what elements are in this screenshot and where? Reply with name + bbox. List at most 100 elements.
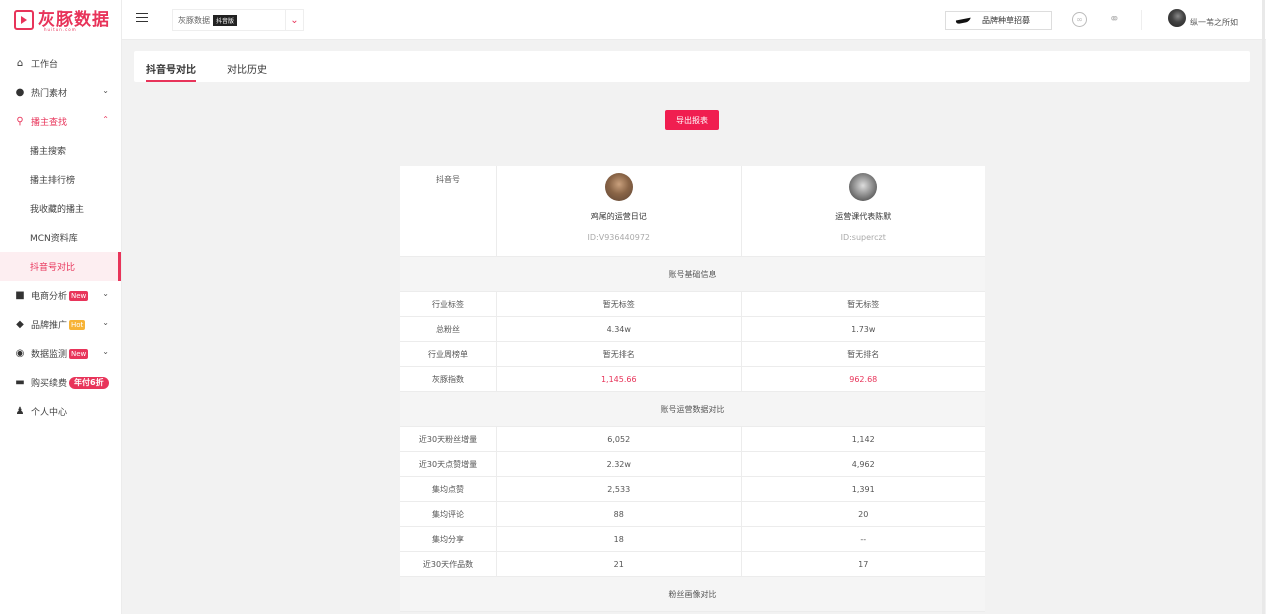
row-value-1: 21: [497, 552, 742, 576]
comparison-table: 抖音号 鸡尾的运营日记 ID:V936440972 运营课代表陈默 ID:sup…: [400, 166, 985, 612]
tabs-bar: 抖音号对比 对比历史: [134, 51, 1250, 82]
link-icon[interactable]: ∞: [1072, 12, 1087, 27]
row-value-1: 1,145.66: [497, 367, 742, 391]
row-value-1: 暂无标签: [497, 292, 742, 316]
table-row: 行业周榜单 暂无排名 暂无排名: [400, 342, 985, 367]
sidebar-item-brand-promotion[interactable]: ◆ 品牌推广 Hot ⌄: [0, 310, 121, 339]
platform-name: 灰豚数据: [178, 15, 210, 25]
sidebar-item-personal-center[interactable]: ♟ 个人中心: [0, 397, 121, 426]
account-name[interactable]: 运营课代表陈默: [835, 211, 891, 222]
row-value-2: 20: [858, 509, 869, 519]
table-row: 灰豚指数 1,145.66 962.68: [400, 367, 985, 392]
top-header: 灰豚数据 抖音版 ⌄ 品牌种草招募 ∞ ⚭ 纵一苇之所如: [122, 0, 1266, 40]
sidebar-item-hot-materials[interactable]: ● 热门素材 ⌄: [0, 78, 121, 107]
fire-icon: ●: [15, 87, 25, 98]
logo-subtext: huitun.com: [44, 27, 77, 32]
sidebar-subitem-mcn-library[interactable]: MCN资料库: [0, 223, 121, 252]
section-fans-profile: 粉丝画像对比: [400, 577, 985, 612]
table-row: 近30天作品数 21 17: [400, 552, 985, 577]
account-name[interactable]: 鸡尾的运营日记: [591, 211, 647, 222]
row-value-2: 4,962: [851, 459, 875, 469]
new-badge: New: [69, 348, 89, 359]
platform-tag: 抖音版: [213, 14, 238, 26]
search-icon: ⚲: [16, 116, 24, 127]
discount-badge: 年付6折: [69, 376, 109, 389]
headset-icon[interactable]: ⚭: [1107, 12, 1122, 27]
menu-toggle-icon[interactable]: [136, 13, 148, 25]
sidebar-item-streamer-search[interactable]: ⚲ 播主查找 ⌃: [0, 107, 121, 136]
logo-icon: [14, 10, 34, 30]
sidebar-item-label: 数据监测: [31, 350, 68, 360]
header-divider: [1141, 10, 1142, 30]
row-value-1: 18: [497, 527, 742, 551]
sidebar-item-label: 工作台: [31, 60, 59, 70]
row-label: 近30天作品数: [400, 552, 497, 576]
table-row: 集均评论 88 20: [400, 502, 985, 527]
sidebar-subitem-streamer-ranking[interactable]: 播主排行榜: [0, 165, 121, 194]
sidebar-item-label: 品牌推广: [31, 321, 68, 331]
row-label: 行业标签: [400, 292, 497, 316]
account-id: ID:superczt: [840, 233, 886, 242]
head-label: 抖音号: [400, 166, 497, 256]
brand-recruit-label: 品牌种草招募: [982, 16, 1030, 25]
monitor-icon: ◉: [15, 348, 25, 359]
chevron-up-icon: ⌃: [102, 115, 109, 124]
sidebar: 灰豚数据 huitun.com ⌂ 工作台 ● 热门素材 ⌄ ⚲ 播主查找 ⌃ …: [0, 0, 122, 614]
sidebar-subitem-favorites[interactable]: 我收藏的播主: [0, 194, 121, 223]
username[interactable]: 纵一苇之所如: [1190, 17, 1238, 28]
sidebar-item-ecommerce[interactable]: ■ 电商分析 New ⌄: [0, 281, 121, 310]
row-value-2: 暂无标签: [847, 299, 880, 309]
brand-recruit-button[interactable]: 品牌种草招募: [945, 11, 1052, 30]
row-value-1: 6,052: [497, 427, 742, 451]
chevron-down-icon: ⌄: [102, 86, 109, 95]
table-row: 行业标签 暂无标签 暂无标签: [400, 292, 985, 317]
account-id: ID:V936440972: [587, 233, 651, 242]
table-row: 总粉丝 4.34w 1.73w: [400, 317, 985, 342]
row-label: 集均评论: [400, 502, 497, 526]
table-row: 近30天点赞增量 2.32w 4,962: [400, 452, 985, 477]
row-label: 近30天粉丝增量: [400, 427, 497, 451]
cart-icon: ■: [15, 290, 25, 301]
sidebar-item-label: 购买续费: [31, 379, 68, 389]
user-icon: ♟: [15, 406, 25, 417]
row-value-2: 1,391: [851, 484, 875, 494]
row-value-2: --: [860, 534, 867, 544]
logo[interactable]: 灰豚数据 huitun.com: [0, 0, 121, 40]
row-value-1: 2.32w: [497, 452, 742, 476]
row-label: 近30天点赞增量: [400, 452, 497, 476]
chevron-down-icon[interactable]: ⌄: [285, 10, 303, 30]
sidebar-subitem-streamer-search[interactable]: 播主搜索: [0, 136, 121, 165]
account-column-2: 运营课代表陈默 ID:superczt: [742, 166, 986, 256]
row-value-2: 17: [858, 559, 869, 569]
user-avatar[interactable]: [1168, 9, 1186, 27]
chevron-down-icon: ⌄: [102, 347, 109, 356]
table-row: 集均分享 18 --: [400, 527, 985, 552]
chevron-down-icon: ⌄: [102, 289, 109, 298]
sidebar-item-purchase[interactable]: ▬ 购买续费 年付6折: [0, 368, 121, 397]
row-value-2: 暂无排名: [847, 349, 880, 359]
account-avatar[interactable]: [849, 173, 878, 201]
row-value-1: 2,533: [497, 477, 742, 501]
export-report-button[interactable]: 导出报表: [665, 110, 719, 130]
card-icon: ▬: [15, 377, 25, 388]
row-label: 集均分享: [400, 527, 497, 551]
row-label: 灰豚指数: [400, 367, 497, 391]
home-icon: ⌂: [16, 58, 24, 69]
row-value-2: 1.73w: [851, 324, 876, 334]
tab-account-compare[interactable]: 抖音号对比: [146, 61, 196, 76]
tab-active-indicator: [146, 80, 196, 82]
tab-compare-history[interactable]: 对比历史: [227, 61, 267, 76]
page-scrollbar[interactable]: [1262, 0, 1265, 614]
account-avatar[interactable]: [604, 173, 633, 201]
sidebar-subitem-account-compare[interactable]: 抖音号对比: [0, 252, 121, 281]
nike-logo-icon: [955, 17, 971, 24]
platform-select[interactable]: 灰豚数据 抖音版 ⌄: [172, 9, 304, 31]
account-column-1: 鸡尾的运营日记 ID:V936440972: [497, 166, 742, 256]
sidebar-item-label: 个人中心: [31, 408, 68, 418]
row-value-2: 1,142: [851, 434, 875, 444]
sidebar-item-workbench[interactable]: ⌂ 工作台: [0, 49, 121, 78]
sidebar-item-label: 热门素材: [31, 89, 68, 99]
new-badge: New: [69, 290, 89, 301]
sidebar-item-data-monitor[interactable]: ◉ 数据监测 New ⌄: [0, 339, 121, 368]
row-label: 集均点赞: [400, 477, 497, 501]
